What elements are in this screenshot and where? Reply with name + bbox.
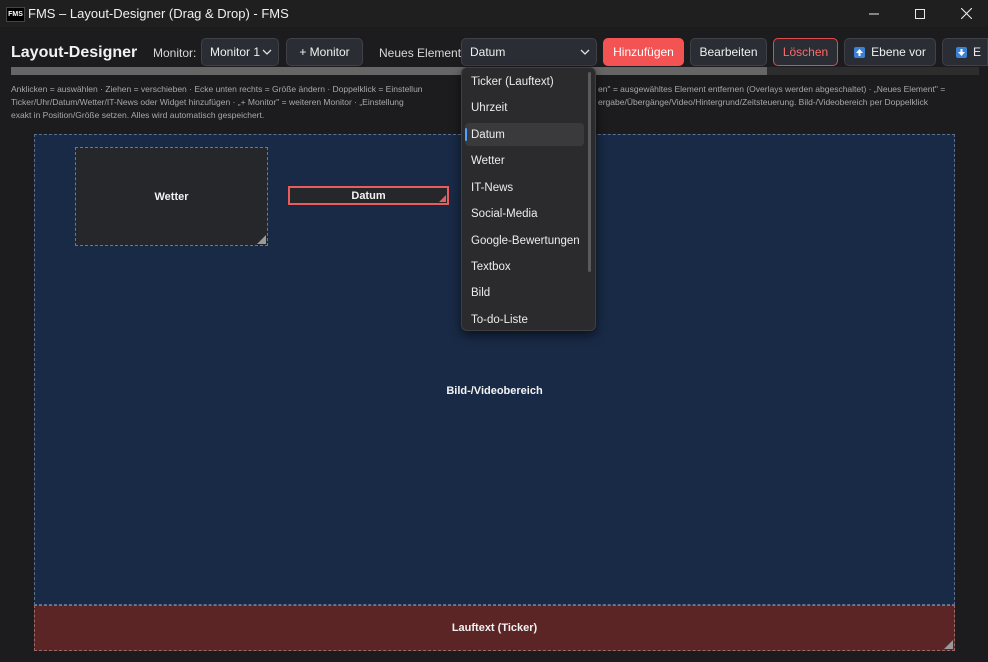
dropdown-scrollbar-thumb[interactable] <box>588 72 591 272</box>
new-element-label: Neues Element: <box>379 46 465 60</box>
date-widget-label: Datum <box>351 189 386 202</box>
resize-handle[interactable] <box>257 235 266 244</box>
close-button[interactable] <box>943 0 988 27</box>
new-element-select-value: Datum <box>470 45 506 59</box>
arrow-up-icon <box>854 46 866 58</box>
dropdown-option[interactable]: To-do-Liste <box>465 308 584 331</box>
ticker-widget[interactable]: Lauftext (Ticker) <box>34 605 955 651</box>
add-monitor-button[interactable]: + Monitor <box>286 38 363 66</box>
chevron-down-icon <box>580 49 590 55</box>
new-element-dropdown[interactable]: Ticker (Lauftext) Uhrzeit Datum Wetter I… <box>461 67 596 331</box>
chevron-down-icon <box>262 49 272 55</box>
minimize-icon <box>869 13 879 14</box>
dropdown-option[interactable]: Ticker (Lauftext) <box>465 70 584 93</box>
title-bar: FMS FMS – Layout-Designer (Drag & Drop) … <box>0 0 988 27</box>
new-element-select[interactable]: Datum <box>461 38 597 66</box>
dropdown-option[interactable]: Social-Media <box>465 202 584 225</box>
add-element-button[interactable]: Hinzufügen <box>603 38 684 66</box>
ticker-widget-label: Lauftext (Ticker) <box>451 622 538 634</box>
scrollbar-thumb[interactable] <box>11 67 767 75</box>
window-title: FMS – Layout-Designer (Drag & Drop) - FM… <box>28 6 289 21</box>
monitor-label: Monitor: <box>153 46 197 60</box>
dropdown-option[interactable]: Bild <box>465 281 584 304</box>
layer-up-button[interactable]: Ebene vor <box>844 38 936 66</box>
monitor-select[interactable]: Monitor 1 <box>201 38 279 66</box>
layer-down-button[interactable]: E <box>942 38 988 66</box>
dropdown-option[interactable]: Textbox <box>465 255 584 278</box>
date-widget[interactable]: Datum <box>288 186 449 205</box>
help-line-2b: ergabe/Übergänge/Video/Hintergrund/Zeits… <box>598 97 928 107</box>
arrow-down-icon <box>956 46 967 58</box>
edit-button[interactable]: Bearbeiten <box>690 38 767 66</box>
resize-handle[interactable] <box>439 195 446 202</box>
help-line-1: Anklicken = auswählen · Ziehen = verschi… <box>11 84 423 94</box>
dropdown-option[interactable]: Wetter <box>465 149 584 172</box>
resize-handle[interactable] <box>944 640 953 649</box>
delete-button[interactable]: Löschen <box>773 38 838 66</box>
layer-down-label: E <box>973 45 982 59</box>
minimize-button[interactable] <box>851 0 897 27</box>
help-line-2: Ticker/Uhr/Datum/Wetter/IT-News oder Wid… <box>11 97 404 107</box>
dropdown-option[interactable]: Google-Bewertungen <box>465 229 584 252</box>
app-icon: FMS <box>6 7 25 22</box>
page-title: Layout-Designer <box>11 44 138 61</box>
weather-widget[interactable]: Wetter <box>75 147 268 246</box>
dropdown-option[interactable]: IT-News <box>465 176 584 199</box>
maximize-button[interactable] <box>897 0 943 27</box>
weather-widget-label: Wetter <box>154 190 189 203</box>
help-line-1b: en" = ausgewähltes Element entfernen (Ov… <box>598 84 946 94</box>
dropdown-scrollbar[interactable] <box>585 72 593 328</box>
monitor-select-value: Monitor 1 <box>210 45 261 59</box>
dropdown-option-selected[interactable]: Datum <box>465 123 584 146</box>
layer-up-label: Ebene vor <box>871 45 926 59</box>
dropdown-option[interactable]: Uhrzeit <box>465 96 584 119</box>
maximize-icon <box>915 8 925 19</box>
close-icon <box>960 8 972 19</box>
media-area-label: Bild-/Videobereich <box>446 385 543 397</box>
